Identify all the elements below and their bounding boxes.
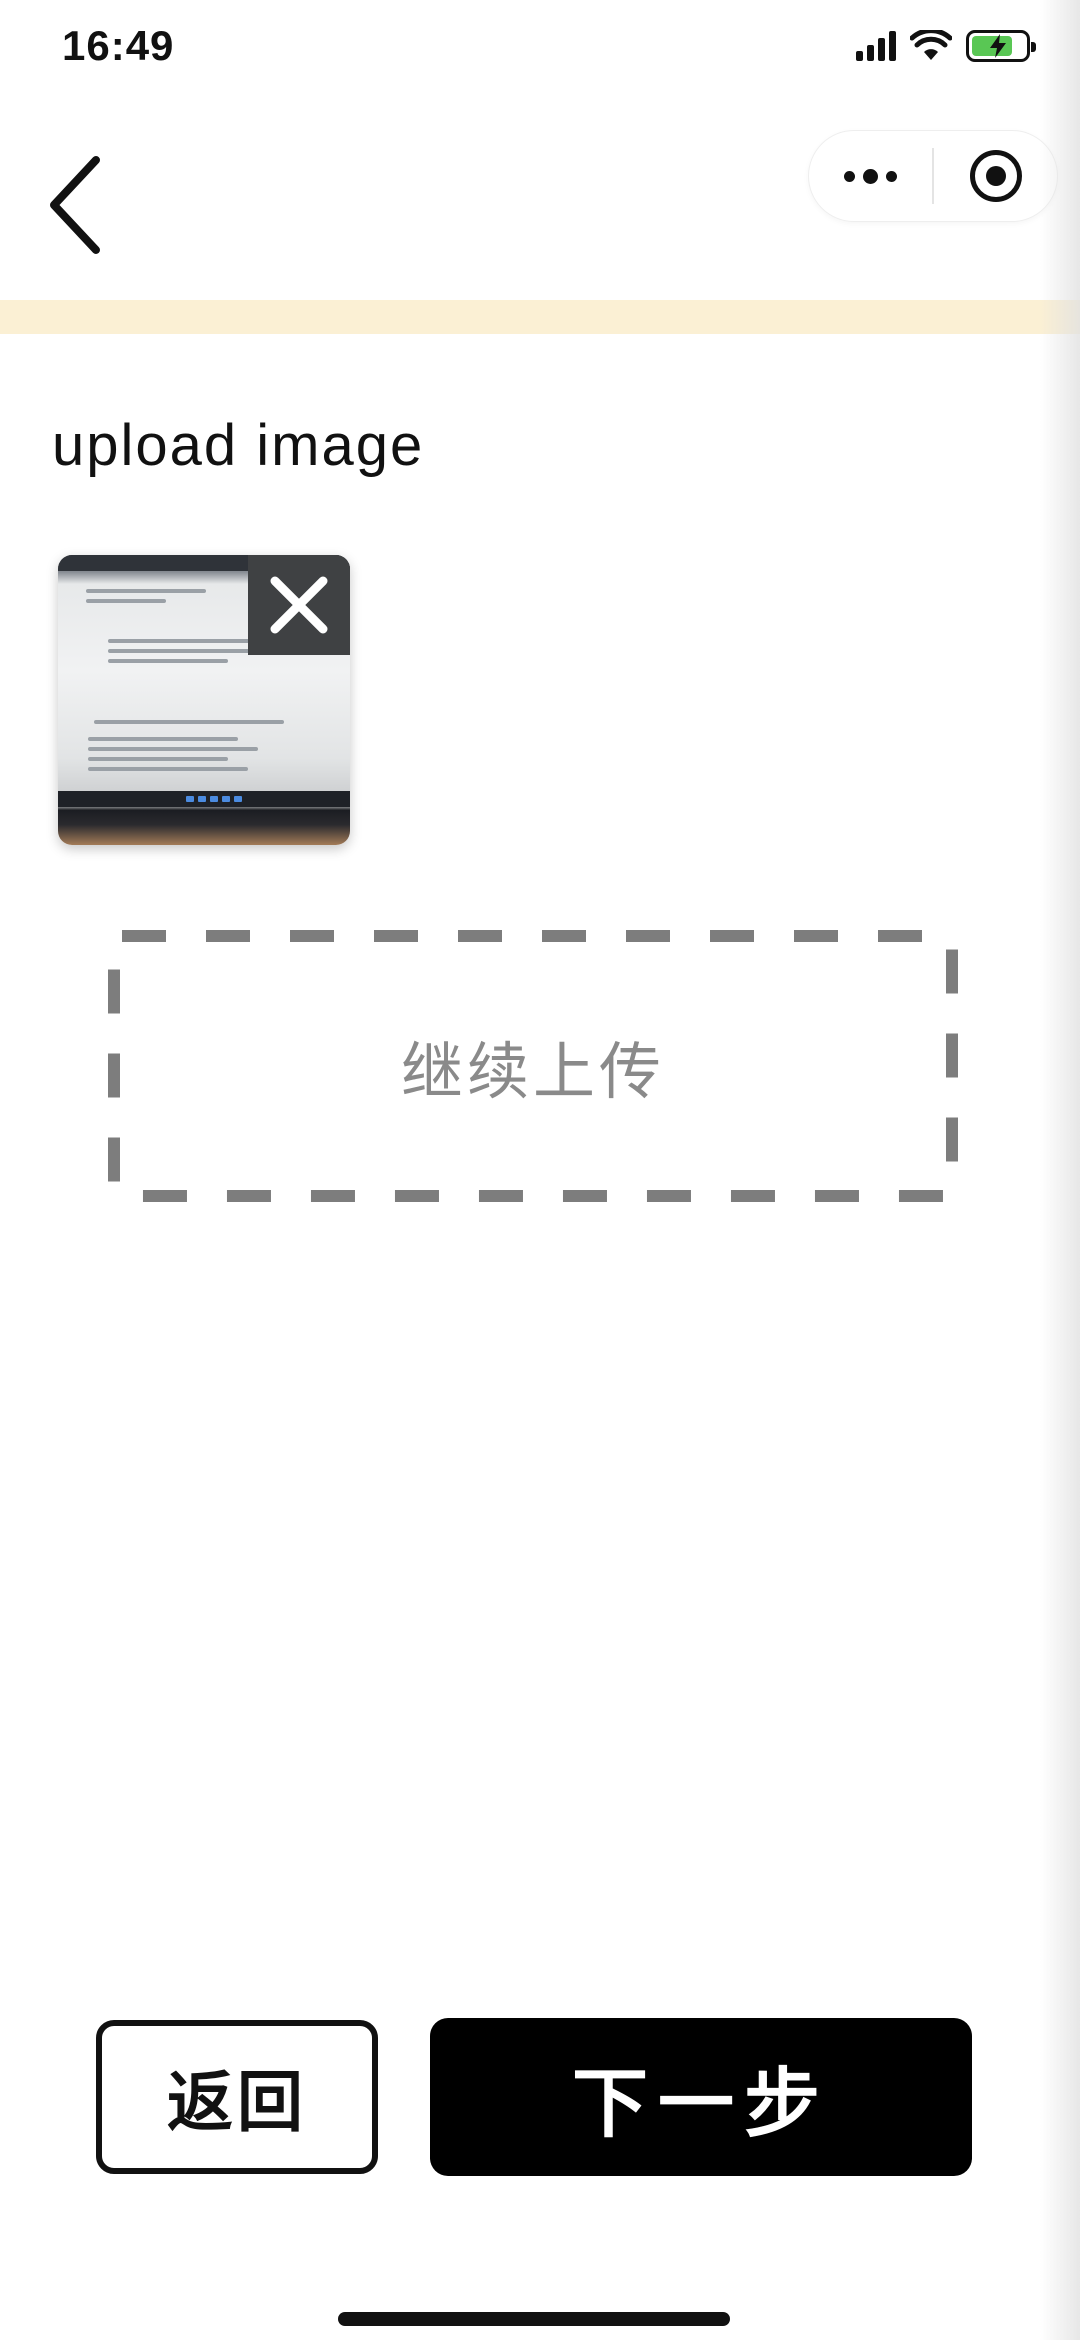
edge-shade xyxy=(1040,0,1080,2340)
next-step-button[interactable]: 下一步 xyxy=(430,2018,972,2176)
continue-upload-label: 继续上传 xyxy=(400,1038,665,1107)
continue-upload-button[interactable]: 继续上传 xyxy=(108,930,958,1202)
status-time: 16:49 xyxy=(62,22,175,69)
status-bar: 16:49 xyxy=(0,0,1080,100)
back-arrow-button[interactable] xyxy=(40,150,110,260)
battery-charging-icon xyxy=(966,30,1036,62)
wifi-icon xyxy=(910,30,952,60)
remove-image-button[interactable] xyxy=(248,555,350,655)
back-button[interactable]: 返回 xyxy=(96,2020,378,2174)
notice-strip xyxy=(0,300,1080,334)
signal-icon xyxy=(856,31,896,61)
home-indicator[interactable] xyxy=(338,2312,730,2326)
mini-program-capsule xyxy=(808,130,1058,222)
status-icons xyxy=(856,30,1036,62)
capsule-close-button[interactable] xyxy=(934,130,1057,222)
uploaded-image-thumbnail[interactable] xyxy=(58,555,350,845)
upload-section-title: upload image xyxy=(52,413,425,478)
more-dots-icon[interactable] xyxy=(809,130,932,222)
chevron-left-icon xyxy=(50,156,100,254)
nav-bar xyxy=(0,110,1080,290)
screen: 16:49 upload image 继续上传 返回 下一步 xyxy=(0,0,1080,2340)
close-icon xyxy=(270,576,328,634)
target-circle-icon xyxy=(969,150,1022,202)
